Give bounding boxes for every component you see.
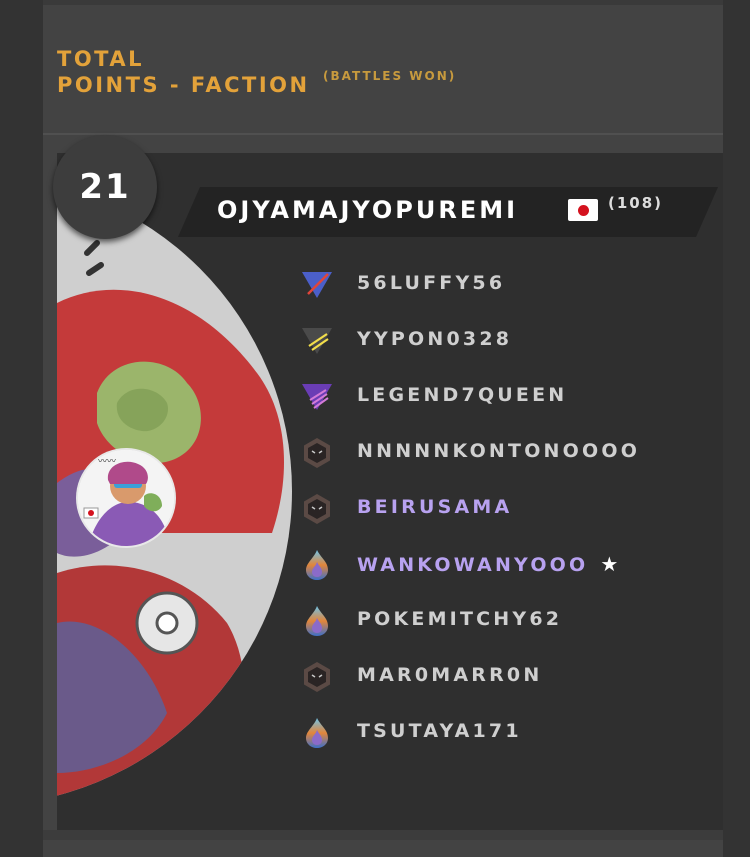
flame-rank-icon xyxy=(306,718,328,748)
list-item[interactable]: MAR0MARR0N xyxy=(300,654,720,710)
hexagon-rank-icon xyxy=(304,494,330,524)
player-avatar[interactable]: 〰〰 xyxy=(78,450,174,546)
team-member-name: MAR0MARR0N xyxy=(357,664,543,686)
triangle-rank-icon xyxy=(302,384,332,410)
outer-right-margin xyxy=(723,0,750,857)
list-item[interactable]: YYPON0328 xyxy=(300,318,720,374)
list-item[interactable]: 56LUFFY56 xyxy=(300,262,720,318)
team-member-name: NNNNNKONTONOOOO xyxy=(357,440,641,462)
list-item[interactable]: NNNNNKONTONOOOO xyxy=(300,430,720,486)
header-divider xyxy=(43,133,723,135)
rank-badge: 21 xyxy=(53,135,157,239)
player-name[interactable]: OJYAMAJYOPUREMI xyxy=(217,196,518,224)
japan-flag-icon xyxy=(568,199,598,221)
list-item[interactable]: TSUTAYA171 xyxy=(300,710,720,766)
outer-left-margin xyxy=(0,0,43,857)
triangle-rank-icon xyxy=(302,328,332,354)
team-member-name: POKEMITCHY62 xyxy=(357,608,563,630)
team-member-name: BEIRUSAMA xyxy=(357,496,513,518)
list-item[interactable]: WANKOWANYOOO ★ xyxy=(300,542,720,598)
star-icon: ★ xyxy=(600,552,622,576)
flame-rank-icon xyxy=(306,550,328,580)
triangle-rank-icon xyxy=(302,272,332,298)
bottom-divider xyxy=(43,830,723,840)
svg-text:〰〰: 〰〰 xyxy=(98,457,116,467)
list-item[interactable]: LEGEND7QUEEN xyxy=(300,374,720,430)
hexagon-rank-icon xyxy=(304,662,330,692)
hexagon-rank-icon xyxy=(304,438,330,468)
team-member-list: 56LUFFY56 YYPON0328 LEGEND7QUEEN NNNNNKO… xyxy=(300,262,720,766)
section-subtitle: (BATTLES WON) xyxy=(323,69,457,83)
flame-rank-icon xyxy=(306,606,328,636)
team-member-name: TSUTAYA171 xyxy=(357,720,522,742)
section-title: TOTAL POINTS - FACTION xyxy=(57,47,310,97)
list-item[interactable]: BEIRUSAMA xyxy=(300,486,720,542)
list-item[interactable]: POKEMITCHY62 xyxy=(300,598,720,654)
team-member-name: LEGEND7QUEEN xyxy=(357,384,568,406)
battles-won-count: (108) xyxy=(608,194,664,212)
team-member-name: WANKOWANYOOO ★ xyxy=(357,552,622,576)
team-member-name: YYPON0328 xyxy=(357,328,513,350)
team-member-name: 56LUFFY56 xyxy=(357,272,506,294)
